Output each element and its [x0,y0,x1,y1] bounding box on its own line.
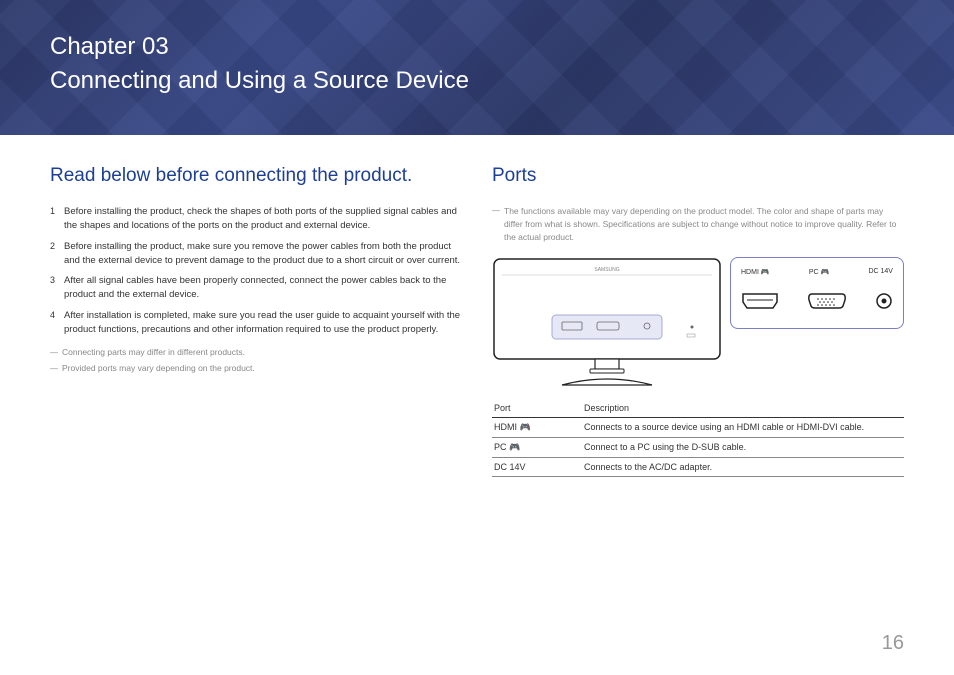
chapter-heading: Chapter 03 Connecting and Using a Source… [50,30,904,97]
step-item: After all signal cables have been proper… [50,274,462,303]
left-heading: Read below before connecting the product… [50,165,462,187]
table-row: HDMI 🎮 Connects to a source device using… [492,418,904,438]
table-cell-port: HDMI 🎮 [492,418,582,438]
chapter-banner: Chapter 03 Connecting and Using a Source… [0,0,954,135]
step-item: Before installing the product, make sure… [50,240,462,269]
vga-port-icon [806,292,848,310]
port-closeup-box: HDMI 🎮 PC 🎮 DC 14V [730,257,904,329]
ports-table: Port Description HDMI 🎮 Connects to a so… [492,399,904,477]
table-cell-port: PC 🎮 [492,438,582,458]
dc-jack-icon [875,292,893,310]
page-number: 16 [882,632,904,655]
table-header-port: Port [492,399,582,418]
footnote: Provided ports may vary depending on the… [50,363,462,375]
table-row: PC 🎮 Connect to a PC using the D-SUB cab… [492,438,904,458]
chapter-title: Connecting and Using a Source Device [50,64,904,98]
monitor-rear-illustration: SAMSUNG [492,257,722,387]
port-icons-row [741,292,893,310]
left-column: Read below before connecting the product… [50,165,462,477]
content-area: Read below before connecting the product… [0,135,954,477]
table-cell-desc: Connects to a source device using an HDM… [582,418,904,438]
step-item: After installation is completed, make su… [50,309,462,338]
step-item: Before installing the product, check the… [50,205,462,234]
port-label-dc: DC 14V [868,268,893,276]
table-row: DC 14V Connects to the AC/DC adapter. [492,458,904,477]
monitor-brand-text: SAMSUNG [594,267,619,273]
port-labels-row: HDMI 🎮 PC 🎮 DC 14V [741,268,893,276]
footnote: Connecting parts may differ in different… [50,347,462,359]
port-label-hdmi: HDMI 🎮 [741,268,770,276]
right-column: Ports The functions available may vary d… [492,165,904,477]
steps-list: Before installing the product, check the… [50,205,462,337]
table-cell-desc: Connect to a PC using the D-SUB cable. [582,438,904,458]
table-cell-port: DC 14V [492,458,582,477]
chapter-number: Chapter 03 [50,33,169,60]
table-cell-desc: Connects to the AC/DC adapter. [582,458,904,477]
port-label-pc: PC 🎮 [809,268,829,276]
table-header-desc: Description [582,399,904,418]
ports-note: The functions available may vary dependi… [492,205,904,243]
hdmi-port-icon [741,292,779,310]
right-heading: Ports [492,165,904,187]
footnotes: Connecting parts may differ in different… [50,347,462,375]
diagram-row: SAMSUNG [492,257,904,387]
